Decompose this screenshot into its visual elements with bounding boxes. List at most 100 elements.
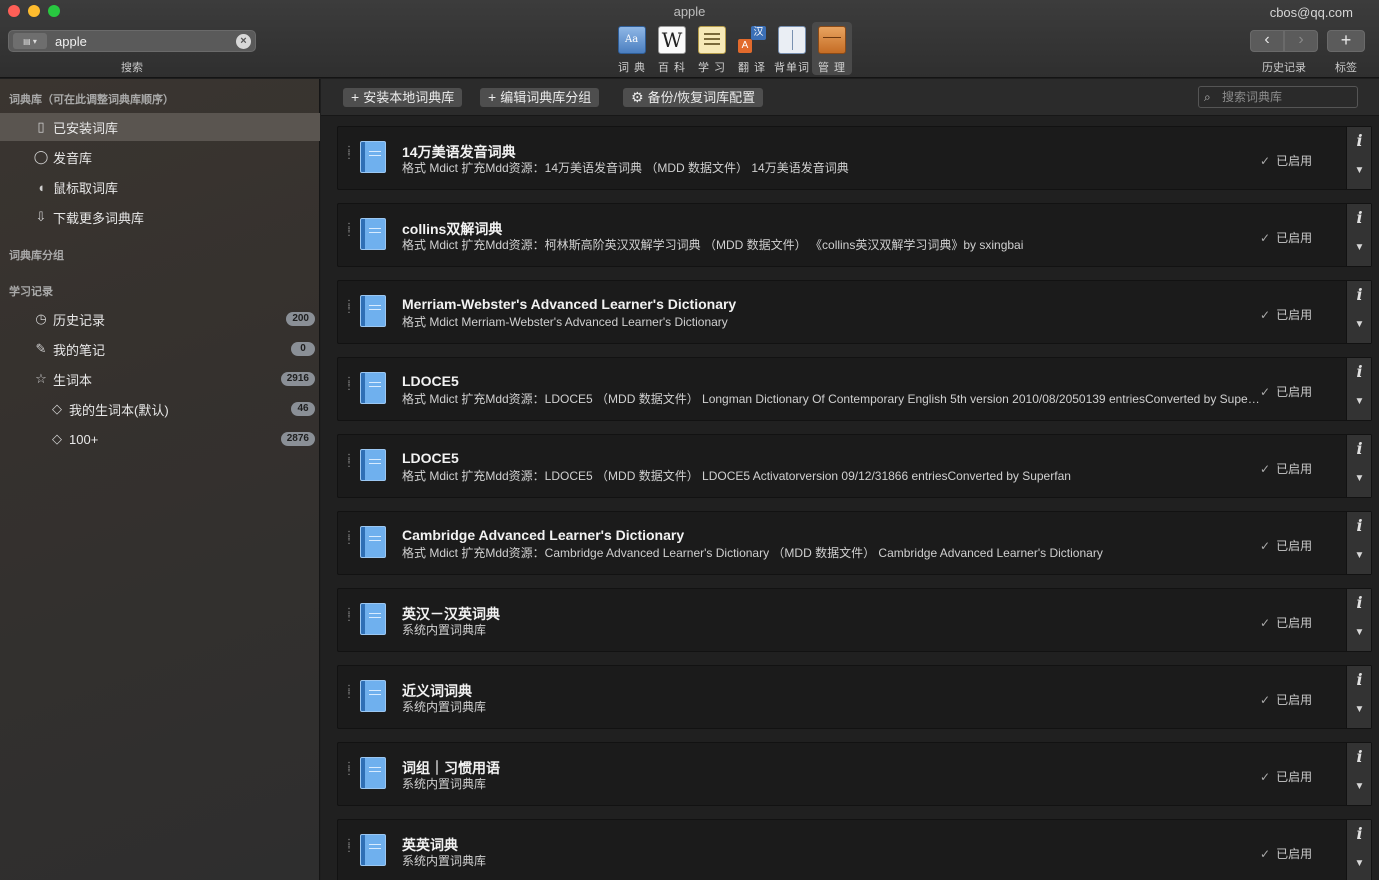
back-button[interactable]: ‹ — [1250, 30, 1284, 52]
info-icon[interactable]: i — [1347, 285, 1372, 304]
drag-handle-icon[interactable]: ⋮ ⋮ — [344, 146, 354, 170]
enabled-status[interactable]: ✓ 已启用 — [1260, 537, 1312, 554]
checkmark-icon: ✓ — [1260, 616, 1271, 630]
info-icon[interactable]: i — [1347, 670, 1372, 689]
drag-handle-icon[interactable]: ⋮ ⋮ — [344, 300, 354, 324]
chevron-down-icon[interactable]: ▼ — [1347, 473, 1372, 484]
dictionary-card[interactable]: ⋮ ⋮ Cambridge Advanced Learner's Dictionar… — [322, 506, 1378, 580]
chevron-down-icon[interactable]: ▼ — [1347, 396, 1372, 407]
chevron-down-icon[interactable]: ▼ — [1347, 704, 1372, 715]
chevron-down-icon[interactable]: ▼ — [1347, 242, 1372, 253]
sidebar-item-wordbook[interactable]: ☆ 生词本 2916 — [0, 365, 320, 393]
drag-handle-icon[interactable]: ⋮ ⋮ — [344, 531, 354, 555]
sidebar-item-notes[interactable]: ✎ 我的笔记 0 — [0, 335, 320, 363]
search-field[interactable]: ▤ ▾ apple × — [8, 30, 256, 52]
sidebar-item-download-more[interactable]: ⇩ 下载更多词典库 — [0, 203, 320, 231]
enabled-status[interactable]: ✓ 已启用 — [1260, 460, 1312, 477]
chevron-down-icon[interactable]: ▼ — [1347, 858, 1372, 869]
dictionary-mode-icon[interactable]: ▤ ▾ — [13, 33, 47, 49]
clear-search-icon[interactable]: × — [236, 33, 251, 49]
enabled-status[interactable]: ✓ 已启用 — [1260, 152, 1312, 169]
tool-label: 百 科 — [657, 62, 687, 74]
tool-label: 翻 译 — [737, 62, 767, 74]
checkmark-icon: ✓ — [1260, 385, 1271, 399]
dictionary-card[interactable]: ⋮ ⋮ collins双解词典 格式 Mdict 扩充Mdd资源：柯林斯高阶英汉双解学… — [322, 198, 1378, 272]
button-label: 安装本地词典库 — [363, 90, 455, 105]
tool-study[interactable]: 学 习 — [692, 22, 732, 75]
chevron-down-icon[interactable]: ▼ — [1347, 627, 1372, 638]
chevron-down-icon[interactable]: ▼ — [1347, 165, 1372, 176]
tool-dictionary[interactable]: 词 典 — [612, 22, 652, 75]
drag-handle-icon[interactable]: ⋮ ⋮ — [344, 839, 354, 863]
edit-groups-button[interactable]: + 编辑词典库分组 — [480, 88, 600, 107]
library-search[interactable]: ⌕ — [1198, 86, 1358, 108]
search-input[interactable]: apple — [55, 34, 236, 49]
enabled-status[interactable]: ✓ 已启用 — [1260, 306, 1312, 323]
dictionary-description: 系统内置词典库 — [402, 854, 487, 868]
sidebar-item-wordbook-100[interactable]: ◇ 100+ 2876 — [0, 425, 320, 453]
info-icon[interactable]: i — [1347, 824, 1372, 843]
sidebar-item-installed[interactable]: ▯ 已安装词库 — [0, 113, 320, 141]
enabled-status[interactable]: ✓ 已启用 — [1260, 691, 1312, 708]
chevron-down-icon[interactable]: ▼ — [1347, 781, 1372, 792]
tool-vocabulary[interactable]: 背单词 — [772, 22, 812, 75]
book-icon — [360, 141, 386, 173]
sidebar-item-wordbook-default[interactable]: ◇ 我的生词本(默认) 46 — [0, 395, 320, 423]
checkmark-icon: ✓ — [1260, 462, 1271, 476]
enabled-status[interactable]: ✓ 已启用 — [1260, 845, 1312, 862]
dictionary-title: Cambridge Advanced Learner's Dictionary — [402, 527, 685, 543]
sidebar-item-label: 我的生词本(默认) — [69, 402, 169, 418]
tool-wikipedia[interactable]: W 百 科 — [652, 22, 692, 75]
book-icon — [360, 757, 386, 789]
library-search-input[interactable] — [1222, 90, 1352, 104]
section-study: 学习记录 — [9, 286, 53, 298]
sidebar-item-label: 鼠标取词库 — [53, 180, 119, 196]
card-side-panel: i ▼ — [1346, 358, 1371, 420]
dictionary-card[interactable]: ⋮ ⋮ LDOCE5 格式 Mdict 扩充Mdd资源：LDOCE5 （MDD 数据文… — [322, 429, 1378, 503]
dictionary-card[interactable]: ⋮ ⋮ 14万美语发音词典 格式 Mdict 扩充Mdd资源：14万美语发音词典 （M… — [322, 121, 1378, 195]
info-icon[interactable]: i — [1347, 516, 1372, 535]
tool-manage[interactable]: 管 理 — [812, 22, 852, 75]
info-icon[interactable]: i — [1347, 439, 1372, 458]
install-local-button[interactable]: + 安装本地词典库 — [343, 88, 463, 107]
pencil-icon: ✎ — [35, 341, 47, 356]
enabled-status[interactable]: ✓ 已启用 — [1260, 383, 1312, 400]
action-bar: + 安装本地词典库 + 编辑词典库分组 ⚙ 备份/恢复词库配置 ⌕ — [321, 79, 1379, 116]
chevron-down-icon[interactable]: ▼ — [1347, 319, 1372, 330]
book-icon — [360, 372, 386, 404]
drag-handle-icon[interactable]: ⋮ ⋮ — [344, 608, 354, 632]
chevron-down-icon[interactable]: ▼ — [1347, 550, 1372, 561]
card-side-panel: i ▼ — [1346, 743, 1371, 805]
dictionary-card[interactable]: ⋮ ⋮ 近义词词典 系统内置词典库 ✓ 已启用 i ▼ — [322, 660, 1378, 734]
dictionary-card[interactable]: ⋮ ⋮ Merriam-Webster's Advanced Learner's D… — [322, 275, 1378, 349]
user-account[interactable]: cbos@qq.com — [1270, 5, 1353, 20]
drag-handle-icon[interactable]: ⋮ ⋮ — [344, 685, 354, 709]
sidebar: 词典库（可在此调整词典库顺序） ▯ 已安装词库 ◯ 发音库 ◖ 鼠标取词库 ⇩ … — [0, 79, 320, 880]
backup-restore-button[interactable]: ⚙ 备份/恢复词库配置 — [623, 88, 764, 107]
enabled-status[interactable]: ✓ 已启用 — [1260, 614, 1312, 631]
status-label: 已启用 — [1276, 308, 1313, 322]
sidebar-item-mouse-lookup[interactable]: ◖ 鼠标取词库 — [0, 173, 320, 201]
info-icon[interactable]: i — [1347, 208, 1372, 227]
sidebar-item-pronunciation[interactable]: ◯ 发音库 — [0, 143, 320, 171]
drag-handle-icon[interactable]: ⋮ ⋮ — [344, 762, 354, 786]
info-icon[interactable]: i — [1347, 131, 1372, 150]
drag-handle-icon[interactable]: ⋮ ⋮ — [344, 454, 354, 478]
info-icon[interactable]: i — [1347, 362, 1372, 381]
enabled-status[interactable]: ✓ 已启用 — [1260, 768, 1312, 785]
checkmark-icon: ✓ — [1260, 231, 1271, 245]
tool-translate[interactable]: 汉A 翻 译 — [732, 22, 772, 75]
dictionary-card[interactable]: ⋮ ⋮ 词组｜习惯用语 系统内置词典库 ✓ 已启用 i ▼ — [322, 737, 1378, 811]
sidebar-item-history[interactable]: ◷ 历史记录 200 — [0, 305, 320, 333]
dictionary-card[interactable]: ⋮ ⋮ 英汉－汉英词典 系统内置词典库 ✓ 已启用 i ▼ — [322, 583, 1378, 657]
drag-handle-icon[interactable]: ⋮ ⋮ — [344, 377, 354, 401]
add-tag-button[interactable]: + — [1327, 30, 1365, 52]
enabled-status[interactable]: ✓ 已启用 — [1260, 229, 1312, 246]
book-icon — [360, 218, 386, 250]
info-icon[interactable]: i — [1347, 747, 1372, 766]
dictionary-card[interactable]: ⋮ ⋮ LDOCE5 格式 Mdict 扩充Mdd资源：LDOCE5 （MDD 数据文… — [322, 352, 1378, 426]
drag-handle-icon[interactable]: ⋮ ⋮ — [344, 223, 354, 247]
info-icon[interactable]: i — [1347, 593, 1372, 612]
dictionary-card[interactable]: ⋮ ⋮ 英英词典 系统内置词典库 ✓ 已启用 i ▼ — [322, 814, 1378, 880]
forward-button[interactable]: › — [1284, 30, 1318, 52]
